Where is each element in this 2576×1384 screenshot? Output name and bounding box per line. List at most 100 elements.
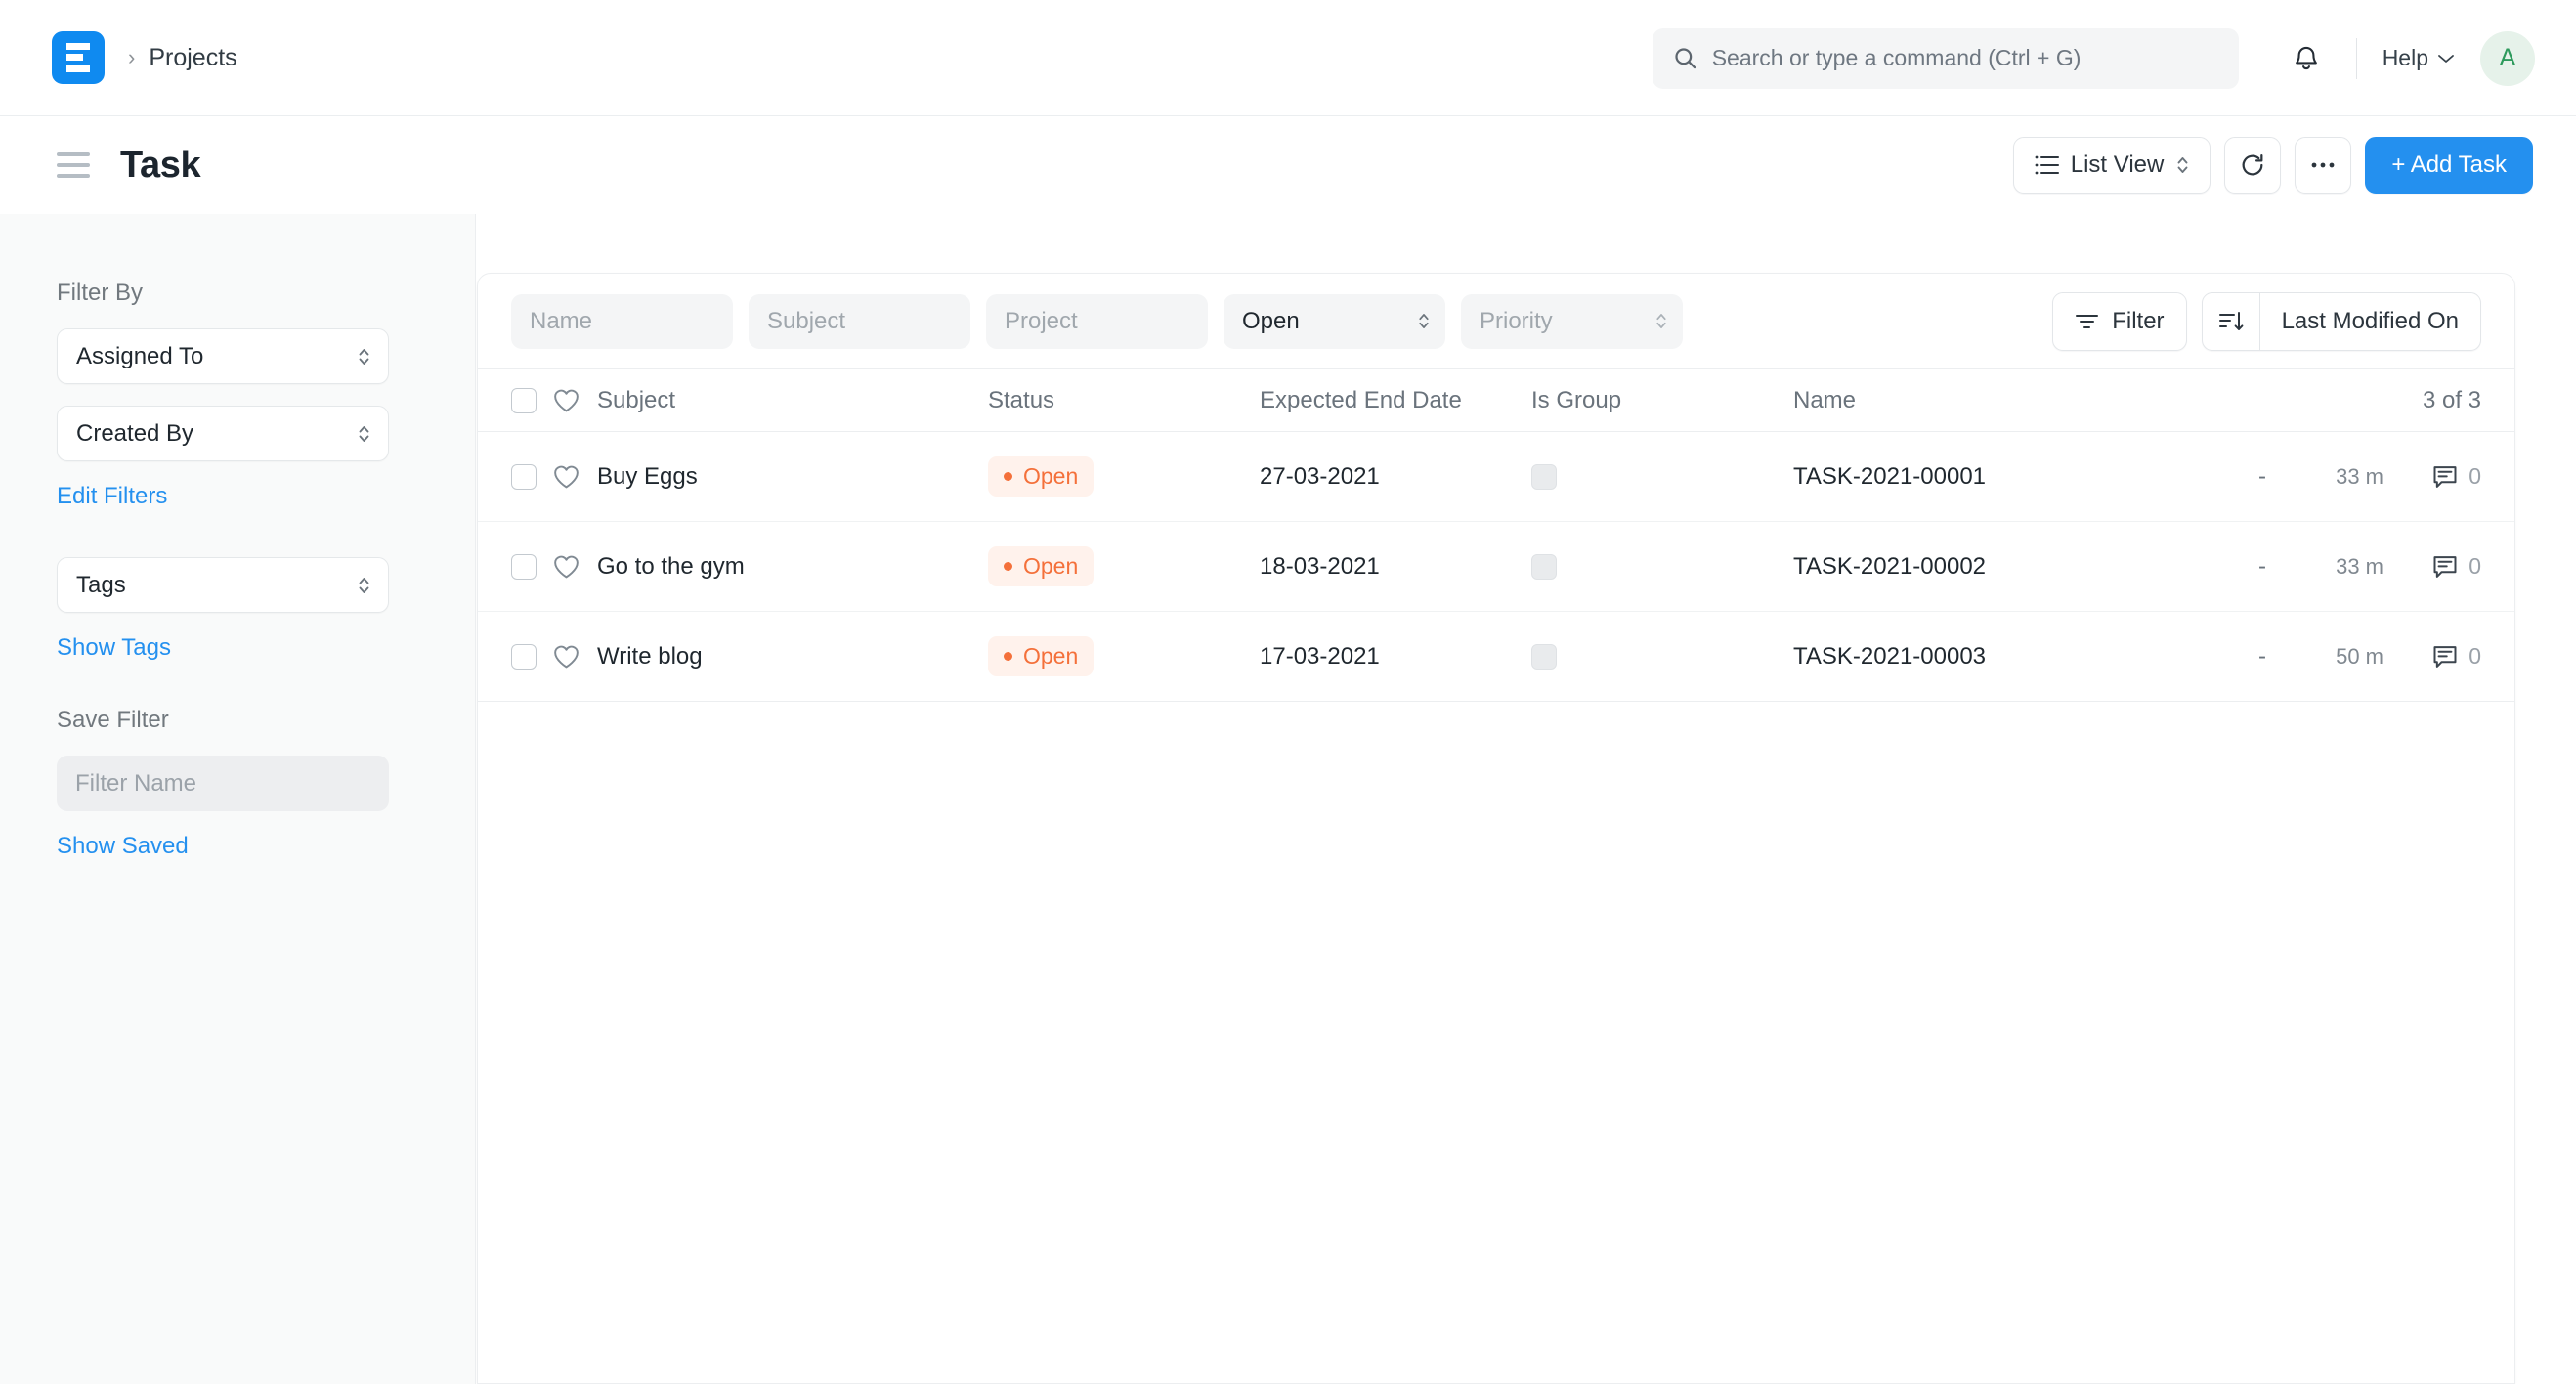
breadcrumb-separator-icon: › [128, 45, 136, 69]
sort-field-button[interactable]: Last Modified On [2260, 293, 2480, 350]
created-by-select[interactable]: Created By [57, 406, 389, 461]
row-checkbox[interactable] [511, 463, 537, 490]
search-icon [1675, 48, 1696, 69]
breadcrumb[interactable]: Projects [149, 44, 236, 72]
status-filter-value: Open [1242, 307, 1300, 334]
status-badge: Open [988, 456, 1095, 497]
tags-label: Tags [76, 571, 126, 598]
cell-subject[interactable]: Go to the gym [597, 553, 988, 581]
heart-icon [554, 555, 579, 579]
search-placeholder: Search or type a command (Ctrl + G) [1711, 45, 2082, 70]
row-like-button[interactable] [552, 553, 597, 580]
show-saved-link[interactable]: Show Saved [57, 833, 189, 860]
comment-icon [2433, 465, 2457, 488]
search-input[interactable]: Search or type a command (Ctrl + G) [1652, 27, 2239, 89]
cell-assignee-dash: - [2258, 462, 2266, 490]
column-header-name[interactable]: Name [1793, 387, 2423, 414]
comment-count: 0 [2469, 553, 2481, 579]
cell-expected-end-date: 18-03-2021 [1260, 552, 1380, 580]
heart-icon [554, 389, 579, 412]
cell-comments[interactable]: 0 [2383, 643, 2481, 670]
cell-subject[interactable]: Buy Eggs [597, 463, 988, 491]
table-row[interactable]: Write blog Open 17-03-2021 TASK-2021-000… [478, 612, 2514, 702]
created-by-label: Created By [76, 419, 194, 447]
cell-subject[interactable]: Write blog [597, 643, 988, 670]
cell-is-group [1531, 463, 1793, 490]
row-checkbox[interactable] [511, 553, 537, 580]
heart-icon [554, 465, 579, 489]
heart-icon [554, 645, 579, 669]
help-menu[interactable]: Help [2383, 45, 2455, 71]
cell-modified: 50 m [2336, 643, 2383, 669]
column-header-expected-end-date[interactable]: Expected End Date [1260, 387, 1531, 414]
list-view-label: List View [2070, 151, 2165, 178]
cell-expected-end-date: 17-03-2021 [1260, 642, 1380, 670]
row-checkbox-cell [511, 643, 552, 670]
top-navbar: › Projects Search or type a command (Ctr… [0, 0, 2576, 116]
status-badge: Open [988, 636, 1095, 676]
avatar[interactable]: A [2480, 30, 2535, 86]
status-filter-select[interactable]: Open [1224, 293, 1445, 349]
cell-name[interactable]: TASK-2021-00003 [1793, 643, 2208, 670]
column-header-is-group[interactable]: Is Group [1531, 387, 1793, 414]
add-task-button[interactable]: + Add Task [2365, 137, 2533, 194]
name-filter-placeholder: Name [530, 307, 593, 334]
sort-direction-button[interactable] [2203, 292, 2260, 350]
cell-comments[interactable]: 0 [2383, 553, 2481, 580]
ellipsis-icon [2311, 162, 2335, 168]
cell-name[interactable]: TASK-2021-00002 [1793, 553, 2208, 581]
hamburger-icon[interactable] [57, 152, 90, 178]
help-label: Help [2382, 45, 2428, 70]
chevron-updown-icon [1419, 314, 1429, 328]
filter-button-label: Filter [2112, 307, 2165, 334]
show-tags-link[interactable]: Show Tags [57, 634, 171, 662]
refresh-button[interactable] [2224, 137, 2282, 194]
cell-is-group [1531, 553, 1793, 580]
table-row[interactable]: Buy Eggs Open 27-03-2021 TASK-2021-00001… [478, 432, 2514, 522]
refresh-icon [2242, 153, 2263, 176]
chevron-updown-icon [1656, 314, 1666, 328]
frappe-logo-icon[interactable] [52, 31, 105, 84]
row-like-button[interactable] [552, 463, 597, 490]
result-count: 3 of 3 [2422, 386, 2481, 413]
bell-icon [2295, 46, 2317, 69]
row-checkbox[interactable] [511, 643, 537, 670]
list-view-button[interactable]: List View [2012, 137, 2211, 194]
cell-status: Open [988, 636, 1260, 676]
name-filter-input[interactable]: Name [511, 293, 733, 349]
cell-name[interactable]: TASK-2021-00001 [1793, 463, 2208, 491]
status-dot-icon [1004, 472, 1012, 481]
comment-count: 0 [2469, 463, 2481, 489]
cell-modified: 33 m [2336, 553, 2383, 579]
navbar-right: Search or type a command (Ctrl + G) Help… [1652, 0, 2576, 116]
sort-field-label: Last Modified On [2281, 307, 2459, 334]
more-options-button[interactable] [2295, 137, 2352, 194]
edit-filters-link[interactable]: Edit Filters [57, 483, 167, 510]
cell-status: Open [988, 546, 1260, 586]
table-row[interactable]: Go to the gym Open 18-03-2021 TASK-2021-… [478, 522, 2514, 612]
status-badge-label: Open [1023, 463, 1079, 489]
tags-select[interactable]: Tags [57, 557, 389, 613]
cell-comments[interactable]: 0 [2383, 463, 2481, 490]
project-filter-input[interactable]: Project [986, 293, 1208, 349]
column-header-subject[interactable]: Subject [597, 387, 988, 414]
comment-icon [2433, 645, 2457, 668]
filter-toolbar-right: Filter Last Modified On [2052, 291, 2481, 351]
select-all-checkbox[interactable] [511, 387, 537, 413]
is-group-checkbox [1531, 553, 1557, 580]
is-group-checkbox [1531, 643, 1557, 670]
filter-name-input[interactable]: Filter Name [57, 756, 389, 811]
notifications-button[interactable] [2282, 34, 2331, 83]
subject-filter-input[interactable]: Subject [749, 293, 970, 349]
cell-assignee-dash: - [2258, 552, 2266, 580]
assigned-to-select[interactable]: Assigned To [57, 328, 389, 384]
cell-assignee-dash: - [2258, 642, 2266, 670]
list-card: Name Subject Project Open Priority Filte… [477, 273, 2515, 1384]
row-checkbox-cell [511, 553, 552, 580]
filter-by-label: Filter By [57, 280, 144, 306]
row-like-button[interactable] [552, 643, 597, 670]
chevron-down-icon [2438, 54, 2454, 63]
filter-button[interactable]: Filter [2052, 291, 2187, 351]
priority-filter-select[interactable]: Priority [1461, 293, 1683, 349]
column-header-status[interactable]: Status [988, 387, 1260, 414]
